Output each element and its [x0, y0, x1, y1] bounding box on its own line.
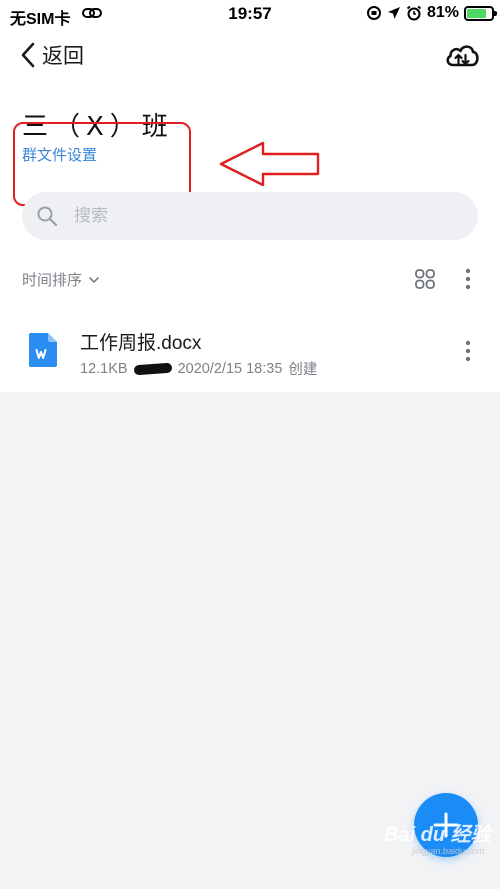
search-icon — [37, 206, 58, 227]
location-icon — [387, 7, 400, 19]
status-bar: 无SIM卡 19:57 81% — [0, 0, 500, 28]
sort-dropdown[interactable]: 时间排序 — [22, 269, 100, 290]
file-size: 12.1KB — [80, 360, 128, 377]
search-bar[interactable] — [22, 192, 478, 240]
word-doc-icon — [29, 333, 57, 367]
orientation-lock-icon — [366, 6, 381, 20]
status-right: 81% — [366, 4, 497, 22]
file-date: 2020/2/15 18:35 — [177, 360, 283, 377]
file-action: 创建 — [288, 362, 318, 378]
search-input[interactable] — [74, 192, 464, 240]
cloud-upload-icon[interactable] — [444, 40, 480, 72]
battery-icon — [464, 5, 497, 21]
file-more-icon[interactable] — [465, 340, 471, 362]
more-vertical-icon[interactable] — [465, 268, 471, 290]
file-list-item[interactable]: 工作周报.docx 12.1KB 2020/2/15 18:35 创建 — [0, 318, 500, 384]
battery-percent: 81% — [426, 4, 459, 21]
back-label: 返回 — [42, 45, 84, 68]
watermark-url: jingyan.baidu.com — [412, 846, 485, 856]
alarm-icon — [406, 5, 422, 21]
annotation-arrow-icon — [219, 141, 320, 187]
chevron-down-icon — [89, 276, 99, 283]
sort-label: 时间排序 — [22, 272, 83, 289]
grid-view-icon[interactable] — [414, 268, 436, 290]
watermark-logo: Bai du 经验 — [384, 824, 491, 846]
battery-fill — [467, 8, 487, 18]
file-meta: 12.1KB 2020/2/15 18:35 创建 — [80, 358, 317, 379]
chevron-left-icon — [21, 42, 35, 68]
redacted-author — [133, 362, 172, 375]
back-button[interactable]: 返回 — [20, 40, 84, 70]
file-name: 工作周报.docx — [80, 333, 202, 354]
